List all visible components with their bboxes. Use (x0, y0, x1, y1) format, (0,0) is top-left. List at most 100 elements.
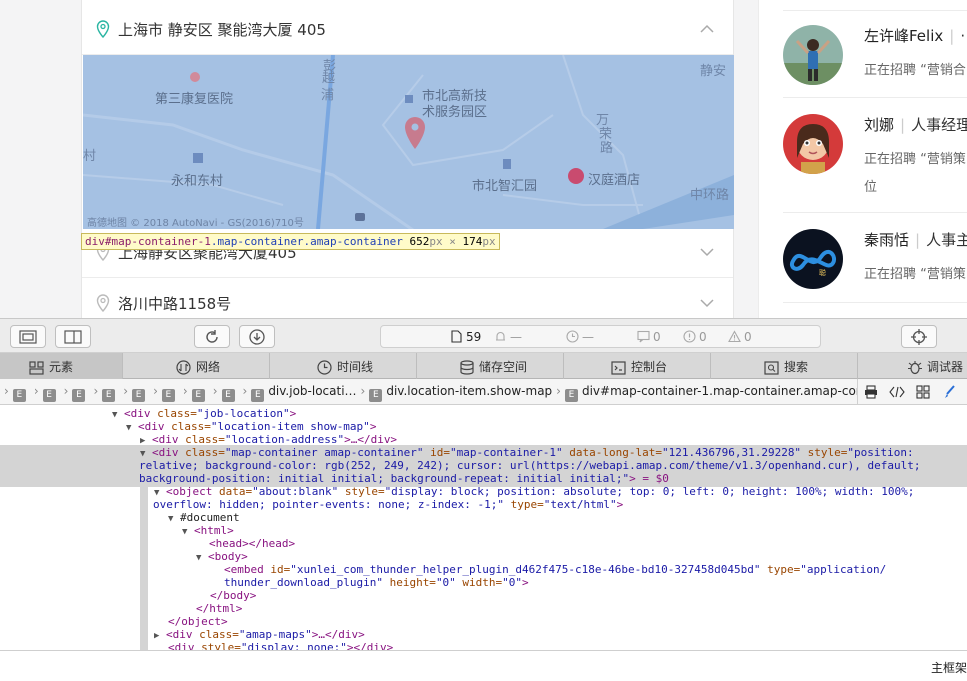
selected-node-indent-bar (140, 487, 148, 650)
devtools-tabs: 元素 网络 时间线 储存空间 控制台 搜索 调试器 (0, 353, 967, 379)
map-copyright: 高德地图 © 2018 AutoNavi - GS(2016)710号 (87, 218, 304, 229)
recruiter-desc: 正在招聘 “营销策 (864, 267, 966, 282)
download-icon (249, 328, 265, 345)
map-container[interactable]: 第三康复医院 市北高新技 术服务园区 永和东村 市北智汇园 汉庭酒店 彭 越 浦… (83, 55, 734, 229)
tab-storage[interactable]: 储存空间 (417, 353, 564, 379)
recruiter-role: · (960, 27, 966, 45)
timeline-icon (317, 360, 332, 375)
split-view-icon (64, 329, 82, 344)
location-item-1[interactable]: 上海市 静安区 聚能湾大厦 405 (82, 5, 733, 55)
undock-button[interactable] (10, 325, 46, 348)
elements-icon (29, 360, 44, 375)
inspector-tooltip: div#map-container-1.map-container.amap-c… (81, 233, 500, 250)
tab-debugger[interactable]: 调试器 (858, 353, 967, 379)
map-poi: 市北智汇园 (472, 179, 538, 194)
dock-side-button[interactable] (55, 325, 91, 348)
dom-node-line[interactable]: <div style="display: none;"></div> (168, 641, 393, 650)
recruiter-desc: 正在招聘 “营销合 (864, 63, 966, 78)
log-count-value: 0 (653, 330, 661, 344)
dom-tree: ▼ <div class="job-location"> ▼ <div class=… (0, 405, 967, 650)
tab-label: 调试器 (927, 360, 964, 374)
tab-console[interactable]: 控制台 (564, 353, 711, 379)
separator: | (949, 27, 955, 45)
tooltip-times: × (449, 235, 456, 248)
dom-node-line[interactable]: </html> (196, 602, 242, 615)
load-time-value: — (510, 330, 522, 344)
recruiter-panel: 左许峰Felix | · 正在招聘 “营销合 刘娜 | 人事经理 正在招聘 “营销策位 … (758, 0, 967, 318)
devtools-toolbar: 59 — — 0 0 0 (0, 318, 967, 353)
load-time: — (494, 330, 522, 344)
chevron-down-icon[interactable] (699, 295, 715, 311)
tab-label: 搜索 (784, 360, 809, 374)
breadcrumb-item[interactable]: div.job-locati… (268, 384, 356, 398)
tab-label: 元素 (49, 360, 74, 374)
map-roads (83, 55, 734, 229)
recruiter-role: 人事经理 (911, 116, 967, 134)
breadcrumb-ancestors[interactable]: › E › E › E › E › E › E › E › E › Ediv.job-locati… › Ediv.l… (0, 384, 899, 402)
map-road-label: 路 (600, 141, 614, 156)
breadcrumb-item-selected[interactable]: div#map-container-1.map-container.amap-c… (582, 384, 899, 398)
frame-selector[interactable]: 主框架 (931, 659, 967, 676)
chevron-up-icon[interactable] (699, 21, 715, 37)
dom-node-line-continued: thunder_download_plugin" height="0" widt… (224, 576, 529, 589)
dom-node-line[interactable]: <embed id="xunlei_com_thunder_helper_plu… (224, 563, 886, 576)
clock-icon (566, 330, 579, 343)
location-address: 洛川中路1158号 (118, 295, 232, 313)
tooltip-tag: div#map-container-1 (85, 235, 211, 248)
dom-node-line[interactable]: </object> (168, 615, 228, 628)
dom-node-line[interactable]: </body> (210, 589, 256, 602)
resource-count: 59 (451, 330, 481, 344)
tooltip-height: 174 (462, 235, 483, 248)
recruiter-name-line: 秦雨恬 | 人事主 (864, 229, 967, 250)
recruiter-name-line: 刘娜 | 人事经理 (864, 114, 967, 135)
grid-icon[interactable] (916, 385, 930, 399)
warning-count: 0 (728, 330, 752, 344)
tab-network[interactable]: 网络 (123, 353, 270, 379)
debugger-icon (908, 361, 922, 375)
resource-summary[interactable]: 59 — — 0 0 0 (380, 325, 821, 348)
console-bar[interactable]: 主框架 (0, 650, 967, 681)
map-poi: 汉庭酒店 (588, 173, 641, 188)
recruiter-role: 人事主 (926, 231, 967, 249)
map-poi: 术服务园区 (422, 105, 488, 120)
separator: | (900, 116, 906, 134)
tab-label: 控制台 (631, 360, 668, 374)
tab-label: 储存空间 (479, 360, 528, 374)
recruiter-name: 左许峰Felix (864, 27, 944, 45)
tab-label: 网络 (196, 360, 221, 374)
map-poi: 永和东村 (171, 174, 224, 189)
dom-breadcrumb: › E › E › E › E › E › E › E › E › Ediv.job-locati… › Ediv.l… (0, 379, 967, 405)
dom-node-line[interactable]: <head></head> (209, 537, 295, 550)
tab-elements[interactable]: 元素 (0, 353, 123, 379)
avatar[interactable] (783, 114, 843, 174)
separator: | (915, 231, 921, 249)
reload-button[interactable] (194, 325, 230, 348)
recruiter-name: 秦雨恬 (864, 231, 910, 249)
avatar[interactable] (783, 25, 843, 85)
log-count: 0 (637, 330, 661, 344)
tooltip-unit: px (482, 235, 496, 248)
duration-value: — (582, 330, 594, 344)
message-icon (637, 330, 650, 343)
map-road-label: 浦 (321, 88, 335, 103)
print-icon[interactable] (864, 385, 878, 399)
avatar[interactable]: 聪 (783, 229, 843, 289)
breadcrumb-item[interactable]: div.location-item.show-map (386, 384, 552, 398)
tooltip-unit: px (429, 235, 443, 248)
divider (783, 302, 967, 303)
element-picker-button[interactable] (901, 325, 937, 348)
recruiter-name-line: 左许峰Felix | · (864, 25, 965, 46)
storage-icon (460, 360, 474, 375)
crosshair-icon (911, 328, 927, 345)
breadcrumb-tools (857, 379, 967, 404)
tab-timeline[interactable]: 时间线 (270, 353, 417, 379)
paint-brush-icon[interactable] (942, 385, 956, 399)
tab-search[interactable]: 搜索 (711, 353, 858, 379)
chevron-down-icon[interactable] (699, 244, 715, 260)
job-location-card: 上海市 静安区 聚能湾大厦 405 第三康复医院 市北高新技 术服务园区 永和东… (81, 0, 734, 329)
location-pin-icon (96, 20, 110, 38)
recruiter-name: 刘娜 (864, 116, 895, 134)
source-code-icon[interactable] (889, 385, 905, 399)
download-button[interactable] (239, 325, 275, 348)
reload-icon (206, 329, 218, 343)
